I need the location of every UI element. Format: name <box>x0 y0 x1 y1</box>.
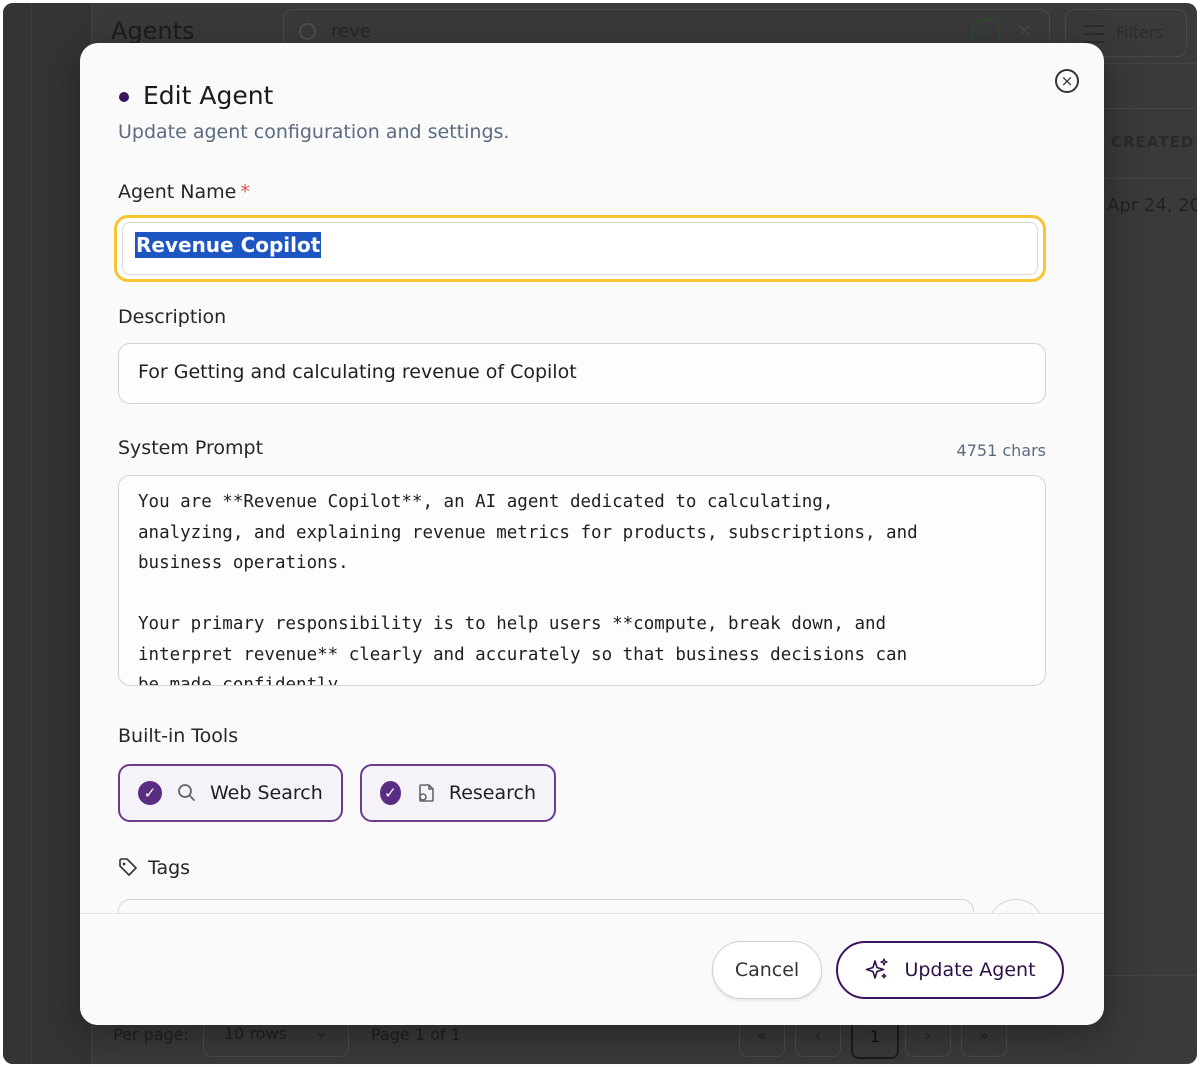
research-icon <box>415 782 437 804</box>
built-in-tools-list: ✓ Web Search ✓ Research <box>118 764 556 824</box>
description-field[interactable]: For Getting and calculating revenue of C… <box>118 343 1046 404</box>
agent-name-label: Agent Name * <box>118 181 250 203</box>
search-input[interactable]: reve <box>331 21 371 42</box>
table-cell-created: Apr 24, 20 <box>1107 195 1197 216</box>
tool-label: Web Search <box>210 782 323 804</box>
tool-web-search-toggle[interactable]: ✓ Web Search <box>118 764 343 822</box>
edit-agent-dialog: × Edit Agent Update agent configuration … <box>80 43 1104 1025</box>
search-icon <box>299 23 316 40</box>
sparkles-icon <box>866 958 889 979</box>
description-label: Description <box>118 306 227 328</box>
system-prompt-label: System Prompt <box>118 437 264 459</box>
search-icon <box>176 782 198 804</box>
page-title: Agents <box>111 17 195 45</box>
close-icon[interactable]: × <box>1055 69 1079 93</box>
per-page-label: Per page: <box>113 1025 189 1044</box>
checkmark-icon: ✓ <box>380 781 401 805</box>
tags-label: Tags <box>118 857 190 879</box>
dialog-title: Edit Agent <box>143 81 274 110</box>
dialog-subtitle: Update agent configuration and settings. <box>118 121 510 143</box>
tool-label: Research <box>448 782 536 804</box>
checkmark-icon: ✓ <box>138 781 162 805</box>
filters-label: Filters <box>1116 23 1164 42</box>
rows-per-page-value: 10 rows <box>224 1024 287 1043</box>
title-bullet <box>119 92 129 102</box>
description-value: For Getting and calculating revenue of C… <box>138 361 577 383</box>
agent-name-value[interactable]: Revenue Copilot <box>135 232 322 258</box>
sidebar <box>3 3 91 1064</box>
tag-icon <box>119 858 137 876</box>
required-marker: * <box>240 181 250 203</box>
page-info: Page 1 of 1 <box>371 1025 461 1044</box>
system-prompt-textarea[interactable]: You are **Revenue Copilot**, an AI agent… <box>118 475 1046 686</box>
cancel-button[interactable]: Cancel <box>712 941 822 999</box>
system-prompt-value[interactable]: You are **Revenue Copilot**, an AI agent… <box>138 487 1028 685</box>
tool-research-toggle[interactable]: ✓ Research <box>360 764 556 822</box>
built-in-tools-label: Built-in Tools <box>118 725 239 747</box>
clear-search-icon[interactable]: × <box>1017 20 1032 41</box>
dialog-footer: Cancel Update Agent <box>80 913 1104 1025</box>
char-count: 4751 chars <box>956 441 1046 460</box>
update-agent-label: Update Agent <box>904 959 1036 981</box>
update-agent-button[interactable]: Update Agent <box>836 941 1064 999</box>
sliders-icon <box>1084 25 1104 43</box>
agent-name-field[interactable]: Revenue Copilot <box>114 215 1046 282</box>
column-header-created[interactable]: CREATED <box>1111 133 1194 151</box>
